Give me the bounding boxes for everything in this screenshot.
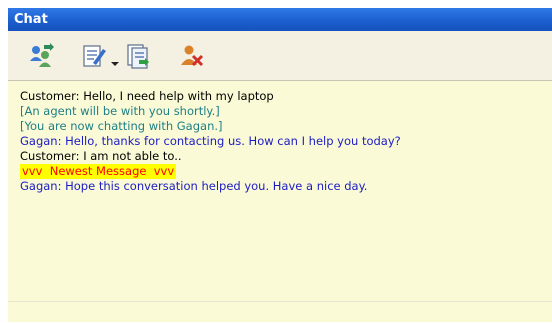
edit-notes-dropdown-arrow[interactable] [111,53,119,66]
document-export-button[interactable] [125,43,151,69]
chat-window: Chat Customer: Hello, I need help with m… [8,8,552,322]
chevron-down-icon [111,62,119,66]
newest-message-marker: vvv Newest Message vvv [20,164,177,179]
message-input-area[interactable] [8,301,552,323]
chat-transcript[interactable]: Customer: Hello, I need help with my lap… [8,81,552,301]
document-export-icon [127,44,149,69]
edit-notes-button[interactable] [81,43,107,69]
end-chat-button[interactable] [178,43,204,69]
edit-notes-icon [83,45,106,67]
chat-system-message: [You are now chatting with Gagan.] [20,119,223,133]
chat-message-customer: Customer: I am not able to.. [20,149,182,163]
chat-message-agent: Gagan: Hope this conversation helped you… [20,179,368,193]
window-title: Chat [8,8,552,31]
transfer-users-button[interactable] [28,43,54,69]
chat-system-message: [An agent will be with you shortly.] [20,104,220,118]
chat-message-agent: Gagan: Hello, thanks for contacting us. … [20,134,401,148]
end-chat-icon [181,45,204,67]
transfer-users-icon [30,43,54,67]
chat-message-customer: Customer: Hello, I need help with my lap… [20,89,274,103]
chat-toolbar [8,31,552,81]
